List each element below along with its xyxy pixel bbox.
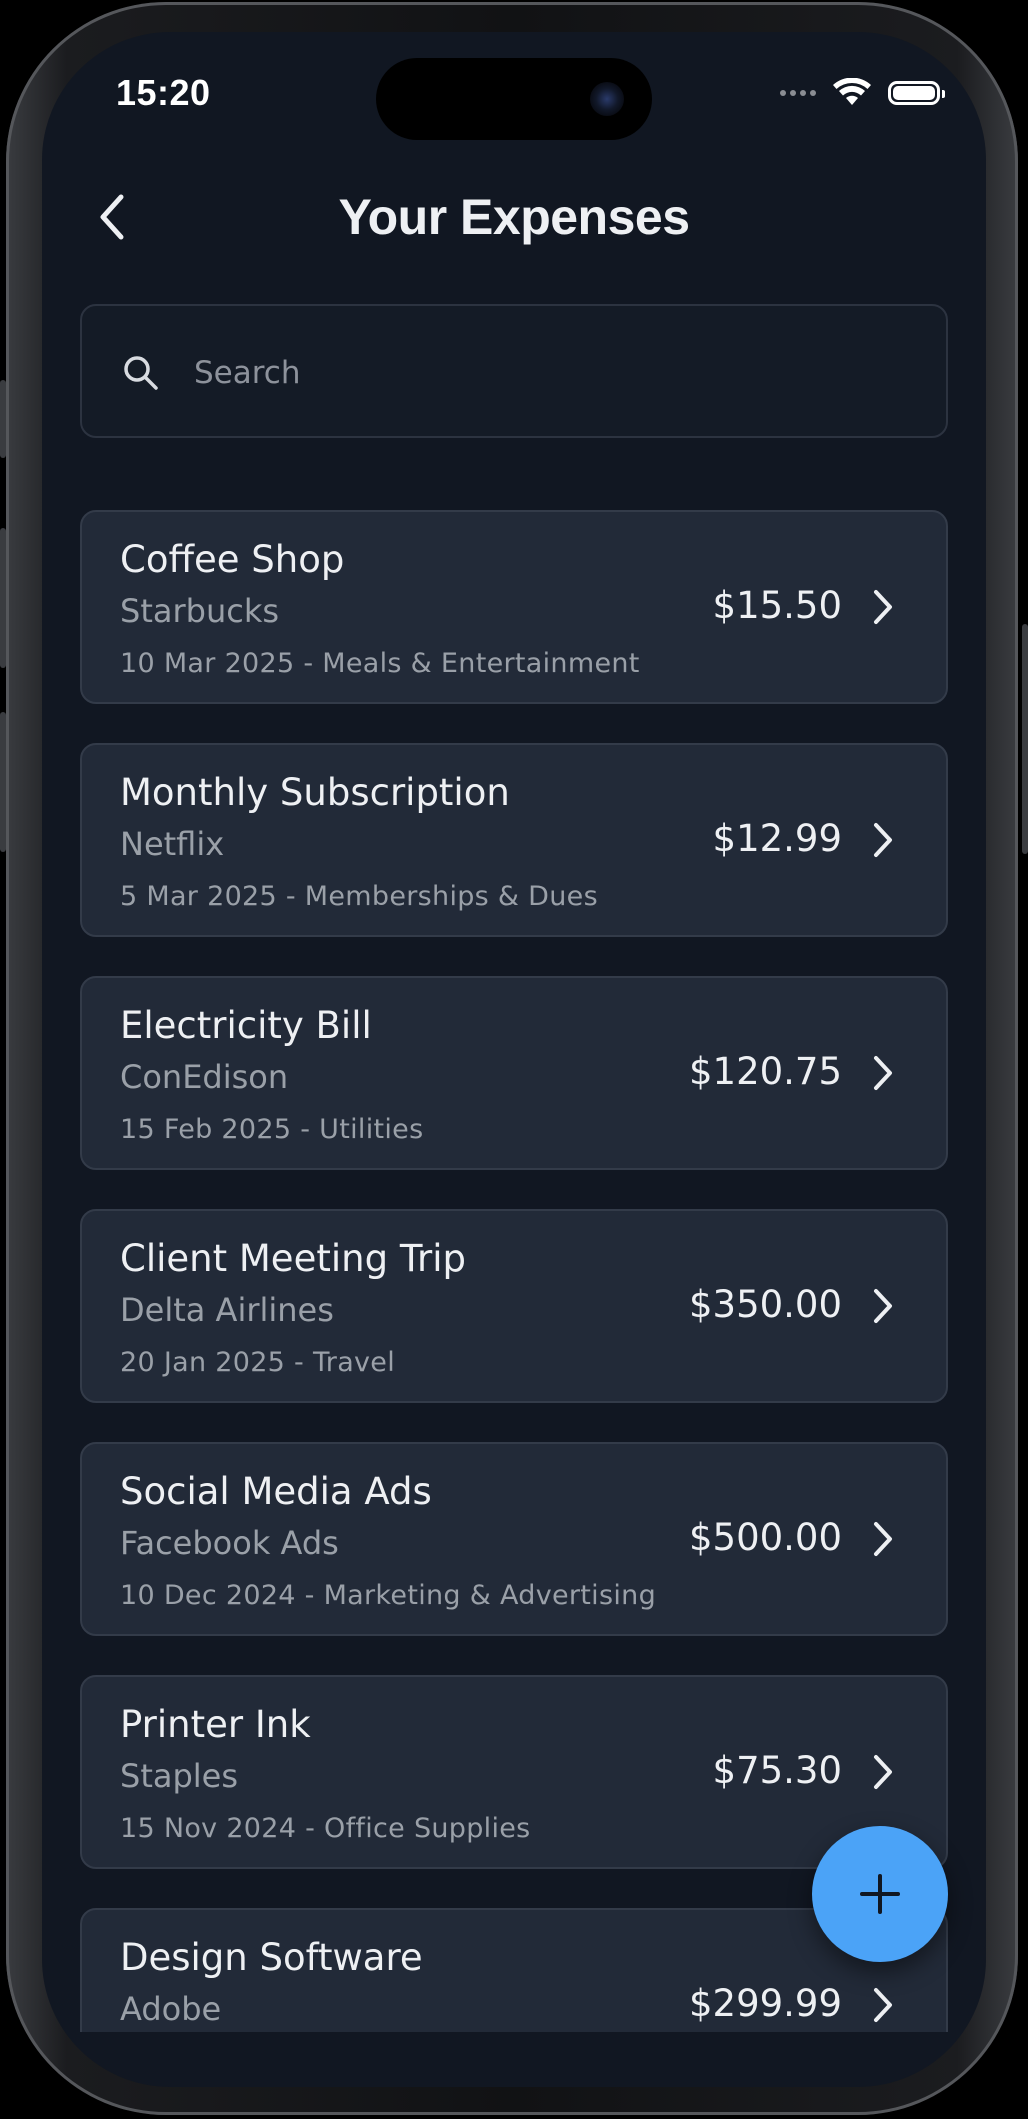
expense-vendor: ConEdison <box>120 1058 289 1096</box>
expense-list[interactable]: Coffee Shop Starbucks 10 Mar 2025 - Meal… <box>42 472 986 2032</box>
status-time: 15:20 <box>116 72 211 113</box>
expense-title: Social Media Ads <box>120 1470 432 1513</box>
page-title: Your Expenses <box>338 189 690 245</box>
expense-date-category: 10 Mar 2025 - Meals & Entertainment <box>120 648 640 679</box>
expense-title: Electricity Bill <box>120 1004 372 1047</box>
battery-icon <box>888 81 945 105</box>
expense-amount: $299.99 <box>688 1982 842 2025</box>
expense-card[interactable]: Electricity Bill ConEdison 15 Feb 2025 -… <box>80 976 948 1170</box>
phone-frame: 15:20 Your Expenses Search Coffee Shop S… <box>0 0 1028 2119</box>
search-icon <box>124 356 158 390</box>
expense-card[interactable]: Social Media Ads Facebook Ads 10 Dec 202… <box>80 1442 948 1636</box>
chevron-right-icon <box>874 823 892 857</box>
expense-card[interactable]: Printer Ink Staples 15 Nov 2024 - Office… <box>80 1675 948 1869</box>
chevron-right-icon <box>874 590 892 624</box>
expense-amount: $15.50 <box>712 584 842 627</box>
expense-title: Coffee Shop <box>120 538 345 581</box>
expense-title: Client Meeting Trip <box>120 1237 466 1280</box>
front-camera-icon <box>590 82 624 116</box>
expense-vendor: Starbucks <box>120 592 280 630</box>
action-button <box>0 380 6 458</box>
chevron-right-icon <box>874 1522 892 1556</box>
expense-amount: $75.30 <box>712 1749 842 1792</box>
expense-date-category: 20 Jan 2025 - Travel <box>120 1347 396 1378</box>
expense-amount: $120.75 <box>688 1050 842 1093</box>
chevron-right-icon <box>874 1755 892 1789</box>
expense-card[interactable]: Coffee Shop Starbucks 10 Mar 2025 - Meal… <box>80 510 948 704</box>
expense-date-category: 10 Dec 2024 - Marketing & Advertising <box>120 1580 657 1611</box>
signal-dots-icon <box>780 90 816 96</box>
app-screen: 15:20 Your Expenses Search Coffee Shop S… <box>42 32 986 2087</box>
power-button <box>1022 624 1028 854</box>
add-expense-button[interactable] <box>812 1826 948 1962</box>
dynamic-island <box>376 58 652 140</box>
expense-title: Monthly Subscription <box>120 771 510 814</box>
chevron-right-icon <box>874 1988 892 2022</box>
chevron-right-icon <box>874 1289 892 1323</box>
chevron-right-icon <box>874 1056 892 1090</box>
expense-vendor: Facebook Ads <box>120 1524 339 1562</box>
wifi-icon <box>833 78 871 105</box>
expense-vendor: Staples <box>120 1757 239 1795</box>
expense-card[interactable]: Client Meeting Trip Delta Airlines 20 Ja… <box>80 1209 948 1403</box>
plus-icon <box>860 1874 900 1914</box>
expense-vendor: Netflix <box>120 825 225 863</box>
expense-card[interactable]: Design Software Adobe $299.99 <box>80 1908 948 2032</box>
search-input[interactable] <box>192 336 896 410</box>
expense-vendor: Delta Airlines <box>120 1291 334 1329</box>
expense-amount: $500.00 <box>688 1516 842 1559</box>
volume-down-button <box>0 712 6 852</box>
expense-date-category: 5 Mar 2025 - Memberships & Dues <box>120 881 598 912</box>
status-icons <box>780 78 945 108</box>
expense-amount: $12.99 <box>712 817 842 860</box>
expense-date-category: 15 Feb 2025 - Utilities <box>120 1114 424 1145</box>
search-bar[interactable] <box>80 304 948 438</box>
expense-date-category: 15 Nov 2024 - Office Supplies <box>120 1813 531 1844</box>
expense-title: Printer Ink <box>120 1703 311 1746</box>
expense-vendor: Adobe <box>120 1990 222 2028</box>
expense-amount: $350.00 <box>688 1283 842 1326</box>
expense-card[interactable]: Monthly Subscription Netflix 5 Mar 2025 … <box>80 743 948 937</box>
volume-up-button <box>0 528 6 668</box>
expense-title: Design Software <box>120 1936 423 1979</box>
